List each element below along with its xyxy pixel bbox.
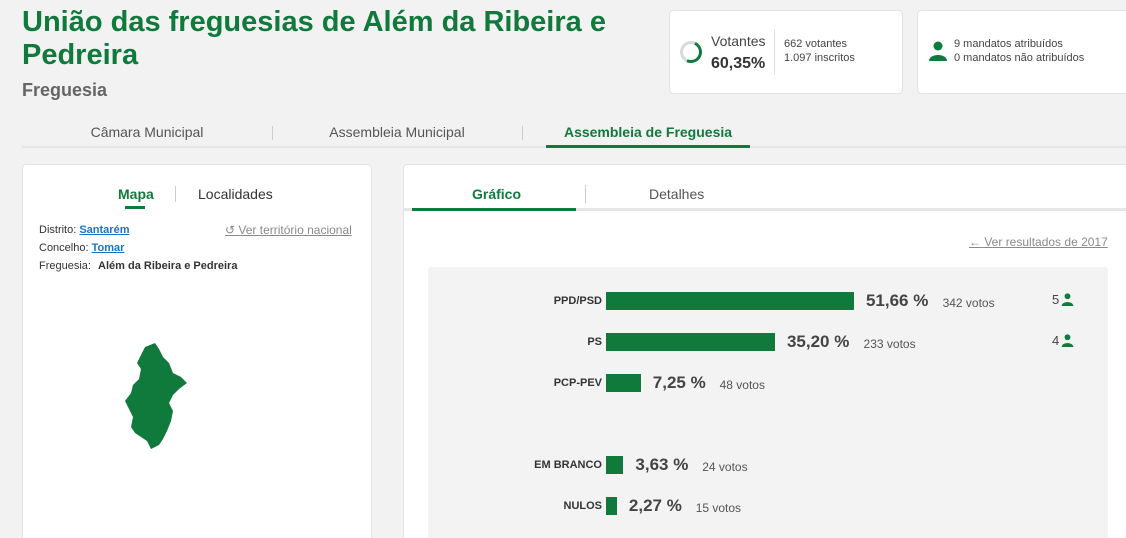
mandates-count: 4 [1052, 333, 1074, 348]
party-label: PS [587, 336, 602, 348]
votes-label: 233 votos [863, 337, 916, 351]
chart-row: PS 35,20 % 233 votos 4 [428, 332, 1108, 352]
tab-detalhes[interactable]: Detalhes [649, 186, 704, 202]
mandates-value: 5 [1052, 292, 1060, 307]
mandates-count: 5 [1052, 292, 1074, 307]
previous-results-label: Ver resultados de 2017 [984, 235, 1108, 249]
distrito-link[interactable]: Santarém [79, 224, 129, 236]
result-bar [606, 374, 641, 392]
votantes-percentage: 60,35% [711, 55, 766, 72]
results-chart: PPD/PSD 51,66 % 342 votos 5 PS 35,20 % 233 vot… [428, 267, 1108, 538]
freguesia-row: Freguesia: Além da Ribeira e Pedreira [39, 260, 237, 272]
results-panel: Gráfico Detalhes ← Ver resultados de 201… [403, 164, 1126, 538]
party-label: PCP-PEV [553, 377, 602, 389]
turnout-progress-icon [676, 37, 706, 67]
active-tab-indicator [125, 206, 145, 209]
mandatos-card: 9 mandatos atribuídos 0 mandatos não atr… [917, 10, 1126, 94]
result-bar [606, 456, 624, 474]
tab-divider [522, 126, 523, 140]
person-icon [1061, 293, 1074, 306]
votantes-details: 662 votantes 1.097 inscritos [784, 37, 855, 65]
party-label: NULOS [563, 500, 603, 512]
person-icon [1061, 334, 1074, 347]
active-tab-indicator [546, 145, 750, 148]
chart-row: NULOS 2,27 % 15 votos [428, 496, 1108, 516]
tab-assembleia-freguesia[interactable]: Assembleia de Freguesia [546, 124, 750, 140]
percentage-label: 51,66 % [865, 291, 929, 310]
chart-row: EM BRANCO 3,63 % 24 votos [428, 455, 1108, 475]
party-label: EM BRANCO [534, 459, 602, 471]
freguesia-label: Freguesia: [39, 260, 91, 272]
chart-row: PCP-PEV 7,25 % 48 votos [428, 373, 1108, 393]
national-territory-label: Ver território nacional [238, 223, 352, 237]
percentage-label: 3,63 % [635, 455, 689, 474]
tab-mapa[interactable]: Mapa [118, 186, 154, 202]
divider [774, 29, 775, 75]
results-tabs: Gráfico Detalhes [404, 165, 1126, 211]
mandates-value: 4 [1052, 333, 1060, 348]
tab-localidades[interactable]: Localidades [198, 186, 273, 202]
page-subtitle: Freguesia [22, 80, 108, 100]
chart-row: PPD/PSD 51,66 % 342 votos 5 [428, 291, 1108, 311]
distrito-row: Distrito: Santarém [39, 224, 129, 236]
votes-label: 15 votos [695, 501, 742, 515]
votantes-count: 662 votantes [784, 38, 847, 50]
result-bar [606, 333, 775, 351]
undo-icon: ↺ [225, 223, 236, 237]
votes-label: 24 votos [702, 460, 748, 474]
tab-divider [175, 186, 176, 202]
arrow-left-icon: ← [969, 235, 981, 249]
election-tabs: Câmara Municipal Assembleia Municipal As… [22, 118, 1126, 148]
concelho-label: Concelho: [39, 242, 89, 254]
percentage-label: 7,25 % [652, 373, 706, 392]
mandatos-details: 9 mandatos atribuídos 0 mandatos não atr… [954, 37, 1084, 65]
page-title: União das freguesias de Além da Ribeira … [22, 6, 606, 71]
tab-grafico[interactable]: Gráfico [472, 186, 521, 202]
previous-results-link[interactable]: ← Ver resultados de 2017 [969, 235, 1108, 249]
freguesia-shape [125, 343, 187, 449]
percentage-label: 2,27 % [628, 496, 682, 515]
votantes-label: Votantes [711, 33, 766, 49]
tab-camara-municipal[interactable]: Câmara Municipal [22, 124, 272, 140]
freguesia-map[interactable] [123, 343, 189, 451]
tab-assembleia-municipal[interactable]: Assembleia Municipal [272, 124, 522, 140]
result-bar [606, 497, 617, 515]
national-territory-link[interactable]: ↺ Ver território nacional [225, 223, 352, 237]
map-panel: Mapa Localidades Distrito: Santarém Conc… [22, 164, 372, 538]
mandatos-nao-atribuidos: 0 mandatos não atribuídos [954, 52, 1085, 64]
person-icon [929, 41, 947, 61]
party-label: PPD/PSD [553, 295, 602, 307]
inscritos-count: 1.097 inscritos [784, 52, 855, 64]
concelho-row: Concelho: Tomar [39, 242, 124, 254]
tab-divider [585, 185, 586, 203]
votes-label: 342 votos [942, 296, 995, 310]
concelho-link[interactable]: Tomar [92, 242, 125, 254]
votes-label: 48 votos [719, 378, 765, 392]
active-tab-indicator [412, 208, 576, 211]
votantes-card: Votantes 60,35% 662 votantes 1.097 inscr… [669, 10, 903, 94]
percentage-label: 35,20 % [786, 332, 850, 351]
result-bar [606, 292, 854, 310]
mandatos-atribuidos: 9 mandatos atribuídos [954, 38, 1063, 50]
freguesia-value: Além da Ribeira e Pedreira [98, 260, 238, 272]
distrito-label: Distrito: [39, 224, 77, 236]
